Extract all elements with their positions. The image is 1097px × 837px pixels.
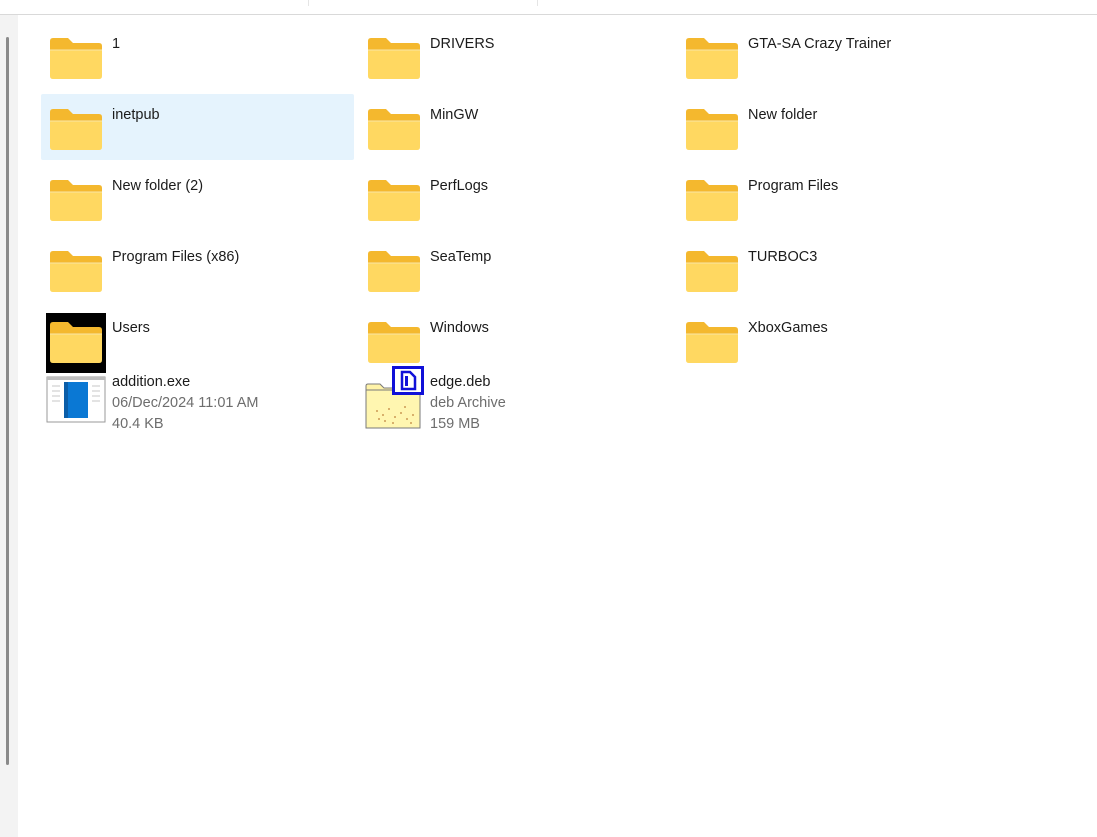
file-grid: 1 DRIVERS GTA-SA Crazy Trainer inetpub MinGW… <box>18 16 1097 837</box>
folder-icon <box>682 242 742 302</box>
folder-item-gta-sa-crazy-trainer[interactable]: GTA-SA Crazy Trainer <box>677 23 990 89</box>
navigation-scrollbar[interactable] <box>6 37 9 765</box>
folder-item-inetpub[interactable]: inetpub <box>41 94 354 160</box>
item-name: New folder <box>748 107 818 123</box>
item-name: Program Files (x86) <box>112 249 240 265</box>
folder-icon <box>364 29 424 89</box>
folder-icon <box>364 100 424 160</box>
folder-item-program-files[interactable]: Program Files <box>677 165 990 231</box>
item-name: addition.exe <box>112 374 191 390</box>
column-divider[interactable] <box>537 0 538 6</box>
file-type-badge-icon <box>392 366 424 395</box>
folder-icon <box>682 29 742 89</box>
folder-icon <box>364 242 424 302</box>
item-name: DRIVERS <box>430 36 495 52</box>
folder-item-seatemp[interactable]: SeaTemp <box>359 236 672 302</box>
navigation-pane-edge <box>0 15 18 837</box>
item-name: Program Files <box>748 178 839 194</box>
item-name: New folder (2) <box>112 178 204 194</box>
item-name: SeaTemp <box>430 249 492 265</box>
item-name: GTA-SA Crazy Trainer <box>748 36 892 52</box>
folder-item-drivers[interactable]: DRIVERS <box>359 23 672 89</box>
folder-item-new-folder[interactable]: New folder <box>677 94 990 160</box>
executable-icon <box>46 374 106 434</box>
item-name: Users <box>112 320 150 336</box>
item-detail: 06/Dec/2024 11:01 AM <box>112 395 259 411</box>
item-name: 1 <box>112 36 121 52</box>
folder-icon <box>46 171 106 231</box>
folder-item-mingw[interactable]: MinGW <box>359 94 672 160</box>
folder-icon <box>682 313 742 373</box>
folder-item-windows[interactable]: Windows <box>359 307 672 373</box>
column-header-strip <box>0 0 1097 15</box>
folder-item-turboc3[interactable]: TURBOC3 <box>677 236 990 302</box>
folder-item-program-files-x86[interactable]: Program Files (x86) <box>41 236 354 302</box>
folder-icon <box>46 242 106 302</box>
folder-icon <box>46 313 106 373</box>
item-name: TURBOC3 <box>748 249 818 265</box>
item-name: MinGW <box>430 107 479 123</box>
folder-item-perflogs[interactable]: PerfLogs <box>359 165 672 231</box>
folder-item-xboxgames[interactable]: XboxGames <box>677 307 990 373</box>
item-detail: deb Archive <box>430 395 506 411</box>
column-divider[interactable] <box>308 0 309 6</box>
folder-icon <box>682 171 742 231</box>
folder-icon <box>364 313 424 373</box>
folder-icon <box>364 171 424 231</box>
item-name: PerfLogs <box>430 178 489 194</box>
item-name: Windows <box>430 320 489 336</box>
folder-icon <box>682 100 742 160</box>
item-size: 40.4 KB <box>112 416 164 432</box>
item-name: edge.deb <box>430 374 491 390</box>
folder-item-1[interactable]: 1 <box>41 23 354 89</box>
folder-icon <box>46 100 106 160</box>
folder-item-new-folder-2[interactable]: New folder (2) <box>41 165 354 231</box>
item-name: inetpub <box>112 107 160 123</box>
folder-icon <box>46 29 106 89</box>
file-item-addition-exe[interactable]: addition.exe 06/Dec/2024 11:01 AM 40.4 KB <box>41 370 354 440</box>
item-name: XboxGames <box>748 320 828 336</box>
folder-item-users[interactable]: Users <box>41 307 354 373</box>
item-size: 159 MB <box>430 416 480 432</box>
